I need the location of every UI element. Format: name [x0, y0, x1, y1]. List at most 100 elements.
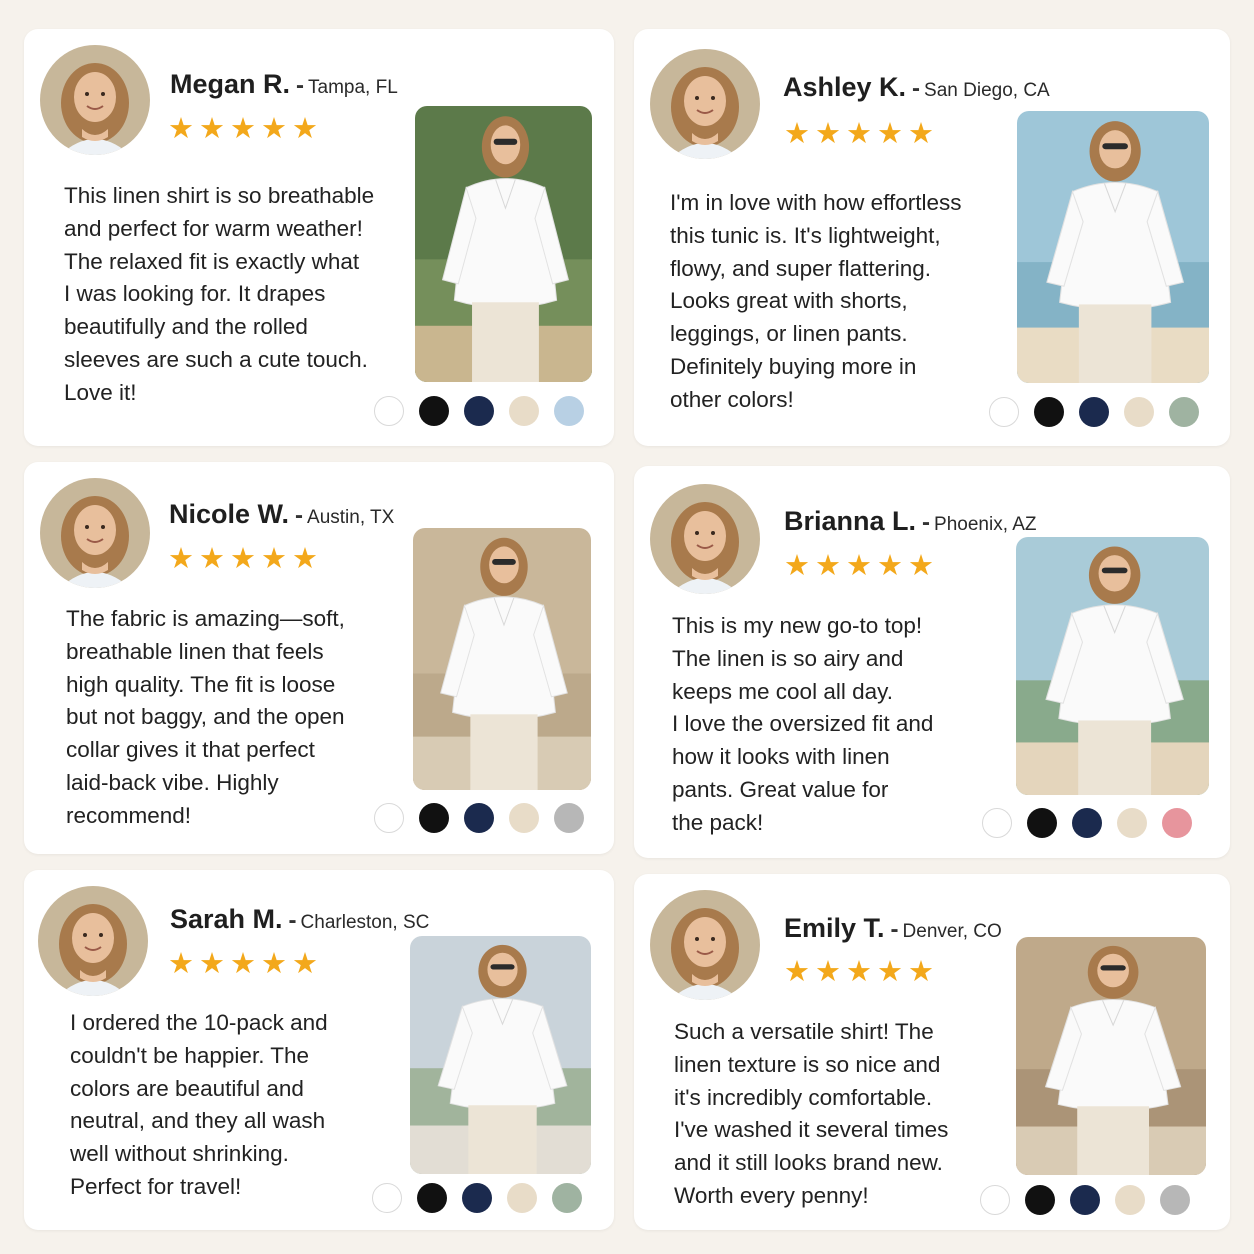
color-swatch[interactable] — [374, 396, 404, 426]
portrait-illustration — [40, 45, 150, 155]
product-photo[interactable] — [1017, 111, 1209, 383]
reviewer-avatar — [650, 890, 760, 1000]
name-separator: - — [922, 509, 931, 536]
review-text-line: This is my new go-to top! — [672, 613, 923, 638]
reviewer-location: Phoenix, AZ — [934, 514, 1037, 535]
portrait-illustration — [650, 49, 760, 159]
name-separator: - — [296, 72, 305, 99]
color-swatch[interactable] — [462, 1183, 492, 1213]
star-rating: ★★★★★ — [784, 550, 939, 582]
color-swatch[interactable] — [554, 803, 584, 833]
color-swatch[interactable] — [1162, 808, 1192, 838]
review-card: Brianna L. - Phoenix, AZ ★★★★★ This is my … — [634, 466, 1230, 858]
color-swatch[interactable] — [419, 396, 449, 426]
review-text-line: flowy, and super flattering. — [670, 255, 931, 281]
review-text-line: Love it! — [64, 379, 137, 405]
color-swatch[interactable] — [1072, 808, 1102, 838]
reviewer-name: Ashley K. — [783, 72, 907, 102]
model-photo-illustration — [415, 106, 592, 382]
color-swatch[interactable] — [989, 397, 1019, 427]
color-swatch[interactable] — [374, 803, 404, 833]
color-swatches — [982, 808, 1207, 840]
review-text-line: I love the oversized fit and — [672, 711, 934, 737]
reviewer-avatar — [650, 484, 760, 594]
reviewer-name: Megan R. — [170, 69, 291, 99]
reviewer-name: Emily T. — [784, 913, 885, 943]
review-text-line: but not baggy, and the open — [66, 704, 345, 730]
color-swatch[interactable] — [1169, 397, 1199, 427]
color-swatch[interactable] — [417, 1183, 447, 1213]
star-rating: ★★★★★ — [784, 956, 939, 988]
color-swatch[interactable] — [509, 803, 539, 833]
color-swatch[interactable] — [464, 803, 494, 833]
color-swatch[interactable] — [1034, 397, 1064, 427]
review-text-line: collar gives it that perfect — [66, 737, 315, 763]
review-text-line: I was looking for. It drapes — [64, 281, 326, 307]
color-swatch[interactable] — [1115, 1185, 1145, 1215]
product-photo[interactable] — [1016, 937, 1206, 1175]
review-text-line: The fabric is amazing—soft, — [66, 606, 345, 631]
review-text-line: Looks great with shorts, — [670, 288, 908, 314]
color-swatch[interactable] — [1124, 397, 1154, 427]
color-swatch[interactable] — [1117, 808, 1147, 838]
color-swatch[interactable] — [982, 808, 1012, 838]
review-text: This linen shirt is so breathable and per… — [64, 180, 374, 410]
color-swatch[interactable] — [372, 1183, 402, 1213]
reviewer-name: Nicole W. — [169, 499, 290, 529]
color-swatch[interactable] — [1160, 1185, 1190, 1215]
review-text-line: recommend! — [66, 802, 192, 828]
review-card: Nicole W. - Austin, TX ★★★★★ The fabric is… — [24, 462, 614, 854]
name-separator: - — [295, 502, 304, 529]
color-swatch[interactable] — [507, 1183, 537, 1213]
reviewer-location: Denver, CO — [902, 921, 1002, 942]
model-photo-illustration — [410, 936, 591, 1174]
review-text-line: high quality. The fit is loose — [66, 671, 336, 697]
review-text: This is my new go-to top! The linen is so… — [672, 610, 933, 840]
review-text-line: sleeves are such a cute touch. — [64, 346, 368, 372]
color-swatch[interactable] — [1070, 1185, 1100, 1215]
color-swatch[interactable] — [464, 396, 494, 426]
review-text-line: breathable linen that feels — [66, 638, 324, 664]
review-text-line: and it still looks brand new. — [674, 1150, 943, 1176]
color-swatch[interactable] — [1079, 397, 1109, 427]
color-swatch[interactable] — [509, 396, 539, 426]
review-text-line: the pack! — [672, 809, 764, 835]
review-text: I'm in love with how effortless this tuni… — [670, 187, 962, 417]
color-swatches — [989, 397, 1214, 429]
color-swatch[interactable] — [419, 803, 449, 833]
reviewer-name: Brianna L. — [784, 506, 917, 536]
review-text-line: Perfect for travel! — [70, 1173, 242, 1199]
color-swatch[interactable] — [552, 1183, 582, 1213]
product-photo[interactable] — [415, 106, 592, 382]
reviewer-header: Ashley K. - San Diego, CA — [783, 74, 1050, 101]
reviewer-header: Megan R. - Tampa, FL — [170, 71, 398, 98]
reviewer-name: Sarah M. — [170, 904, 283, 934]
review-text: The fabric is amazing—soft, breathable li… — [66, 603, 345, 833]
star-rating: ★★★★★ — [168, 948, 323, 980]
review-text-line: leggings, or linen pants. — [670, 321, 908, 347]
review-text-line: Such a versatile shirt! The — [674, 1019, 934, 1044]
review-text-line: how it looks with linen — [672, 744, 890, 770]
name-separator: - — [890, 916, 899, 943]
product-photo[interactable] — [410, 936, 591, 1174]
review-card: Emily T. - Denver, CO ★★★★★ Such a versati… — [634, 874, 1230, 1230]
model-photo-illustration — [1017, 111, 1209, 383]
reviewer-avatar — [650, 49, 760, 159]
portrait-illustration — [650, 484, 760, 594]
star-rating: ★★★★★ — [168, 543, 323, 575]
color-swatches — [372, 1183, 597, 1215]
reviewer-location: Austin, TX — [307, 507, 395, 528]
review-card: Ashley K. - San Diego, CA ★★★★★ I'm in lov… — [634, 29, 1230, 446]
product-photo[interactable] — [1016, 537, 1209, 795]
color-swatch[interactable] — [554, 396, 584, 426]
color-swatch[interactable] — [1025, 1185, 1055, 1215]
product-photo[interactable] — [413, 528, 591, 790]
color-swatch[interactable] — [980, 1185, 1010, 1215]
model-photo-illustration — [1016, 937, 1206, 1175]
review-text-line: other colors! — [670, 386, 794, 412]
color-swatch[interactable] — [1027, 808, 1057, 838]
review-text-line: colors are beautiful and — [70, 1075, 304, 1101]
star-rating: ★★★★★ — [784, 118, 939, 150]
color-swatches — [980, 1185, 1205, 1217]
review-text-line: The relaxed fit is exactly what — [64, 248, 360, 274]
